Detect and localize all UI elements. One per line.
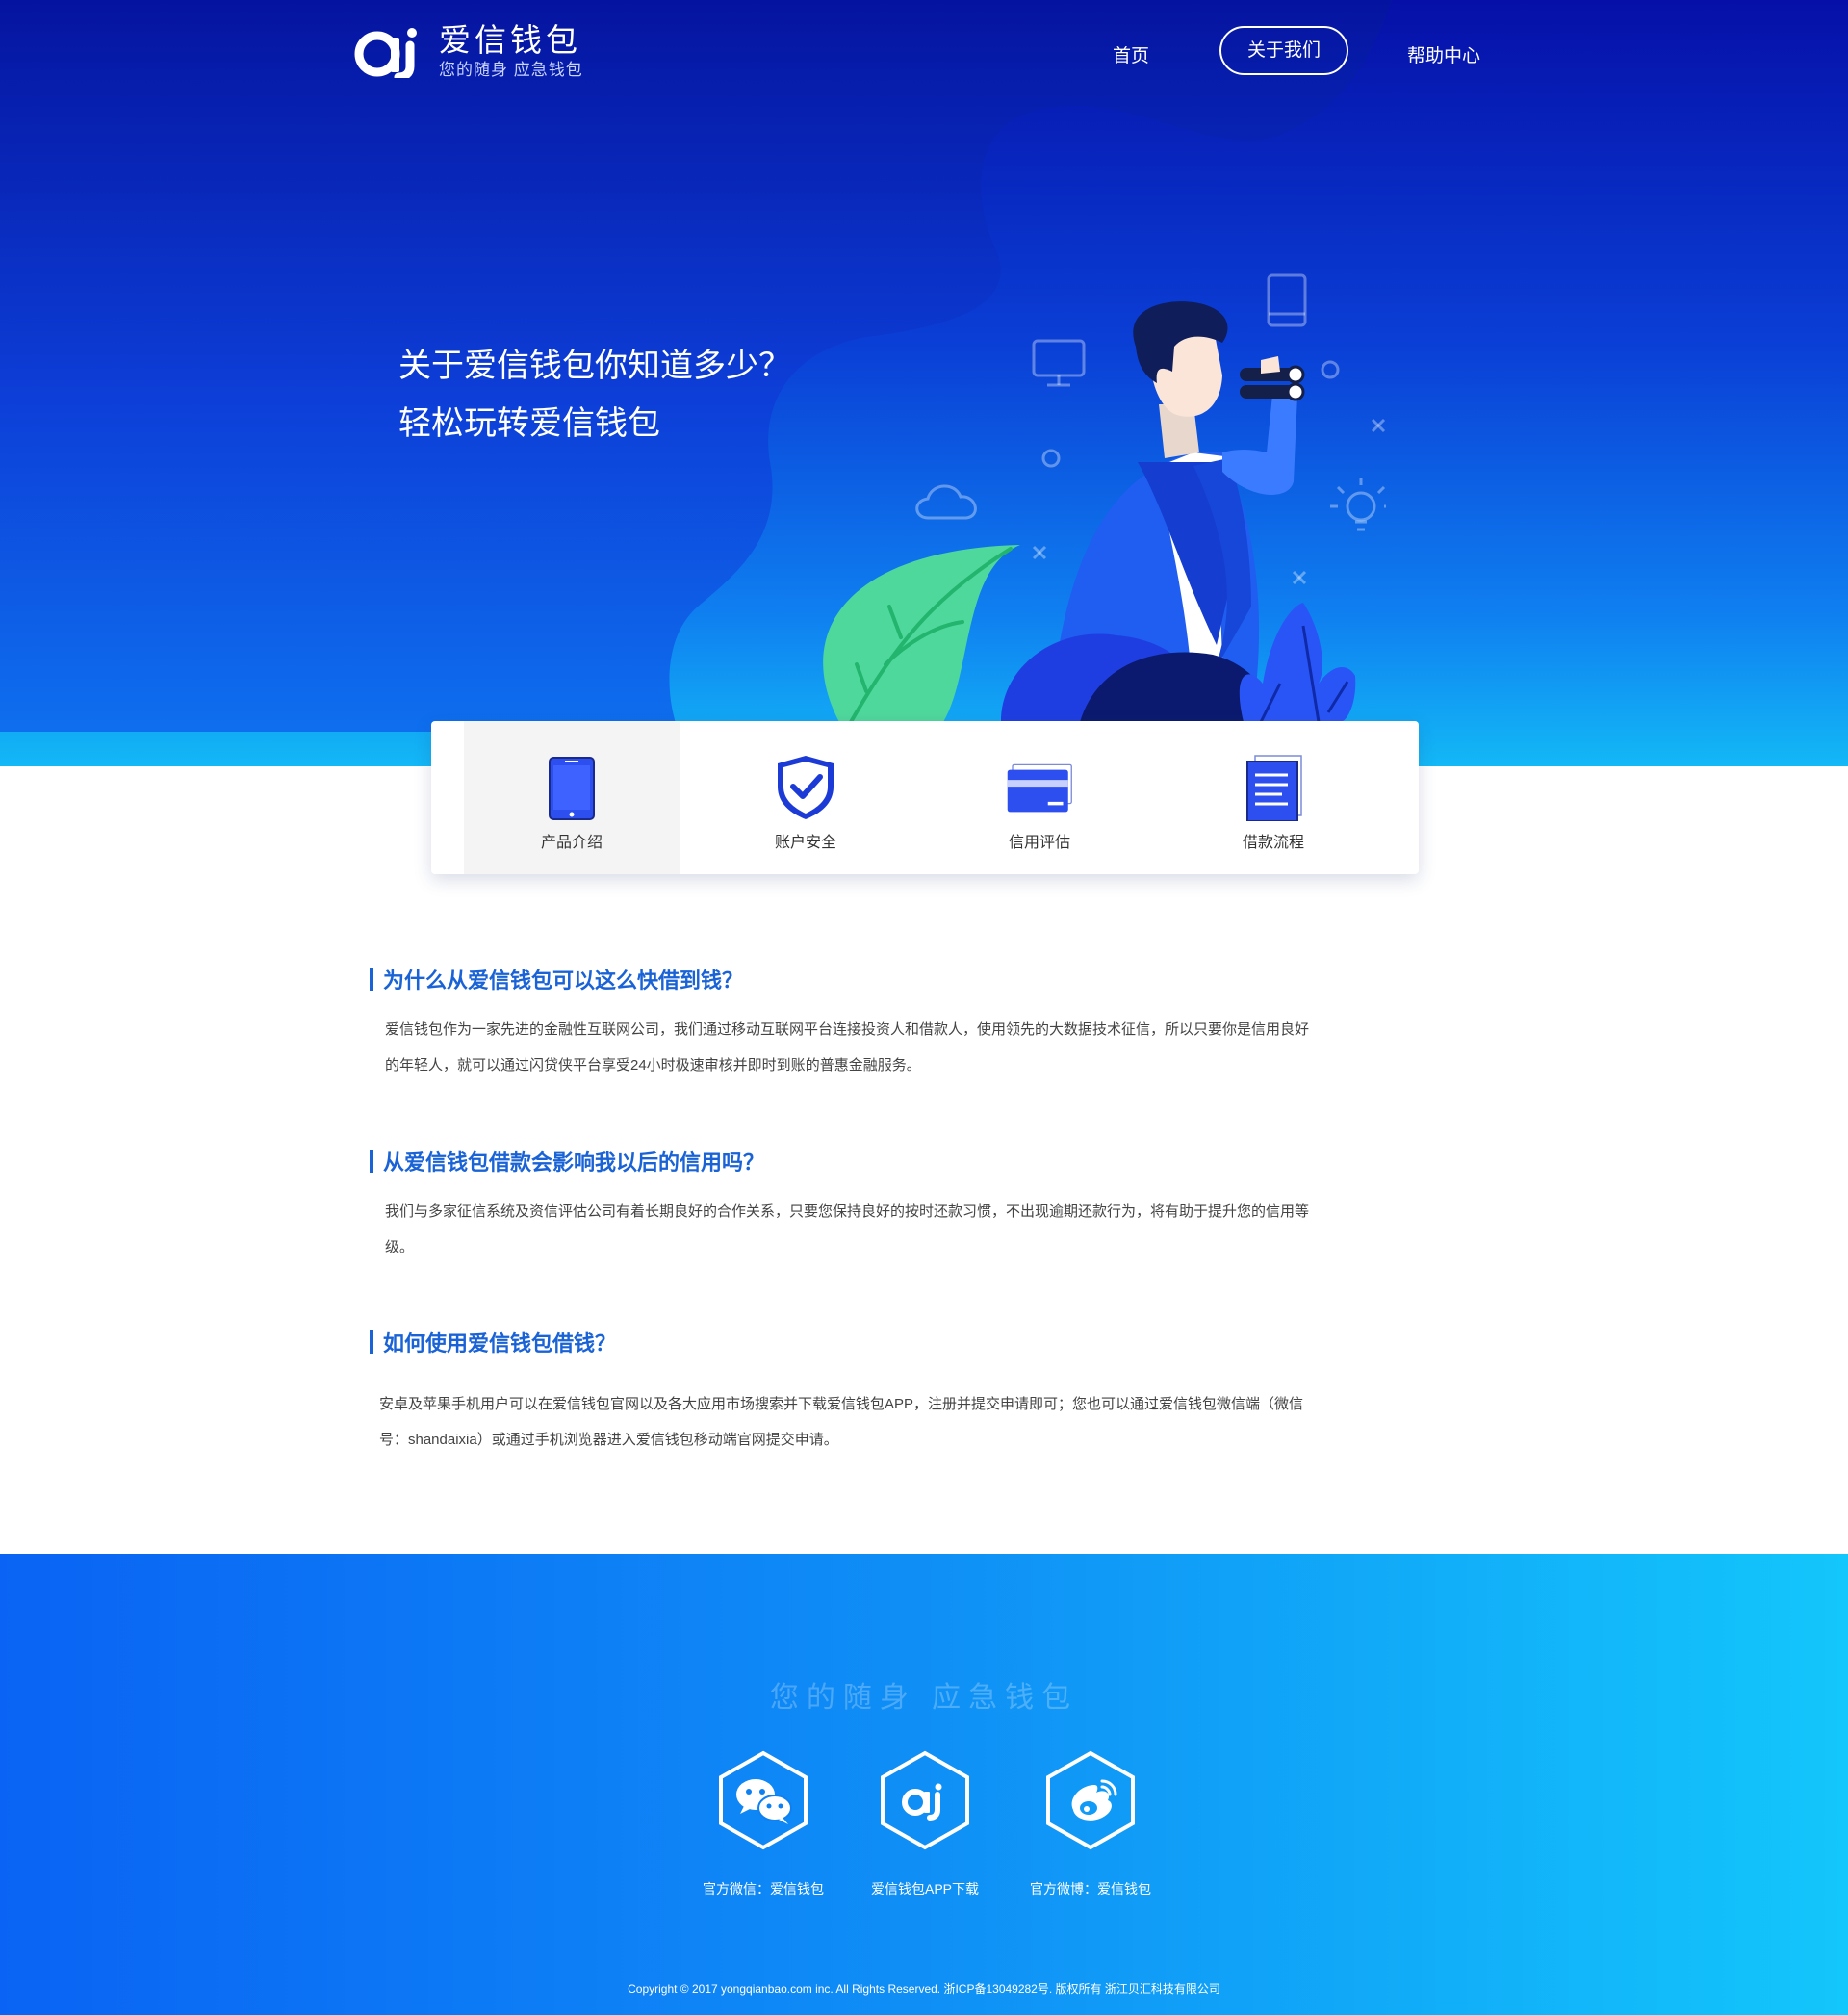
footer-slogan: 您的随身 应急钱包: [769, 1682, 1079, 1714]
shield-check-icon: [778, 756, 834, 819]
feature-label: 借款流程: [1242, 835, 1304, 851]
brand-name: 爱信钱包: [439, 22, 581, 58]
faq-accent-bar: [370, 1150, 373, 1173]
cloud-outline-icon: [915, 484, 977, 520]
circle-decoration-icon: [1321, 360, 1340, 379]
logo[interactable]: 爱信钱包 您的随身 应急钱包: [354, 21, 583, 81]
feature-tab-credit-evaluation[interactable]: 信用评估: [932, 721, 1147, 874]
app-logo-icon[interactable]: [879, 1750, 971, 1850]
wechat-icon[interactable]: [717, 1750, 809, 1850]
cross-decoration-icon: [1032, 545, 1047, 560]
faq-item: 如何使用爱信钱包借钱？ 安卓及苹果手机用户可以在爱信钱包官网以及各大应用市场搜索…: [370, 1327, 1332, 1458]
monitor-outline-icon: [1032, 339, 1086, 387]
faq-question: 从爱信钱包借款会影响我以后的信用吗？: [370, 1146, 1332, 1176]
faq-item: 从爱信钱包借款会影响我以后的信用吗？ 我们与多家征信系统及资信评估公司有着长期良…: [370, 1146, 1332, 1265]
brand-slogan: 您的随身 应急钱包: [439, 61, 583, 79]
faq-question-text: 从爱信钱包借款会影响我以后的信用吗？: [383, 1150, 765, 1175]
feature-tab-product-intro[interactable]: 产品介绍: [464, 721, 680, 874]
feature-tab-loan-process[interactable]: 借款流程: [1166, 721, 1381, 874]
copyright-text: Copyright © 2017 yongqianbao.com inc. Al…: [628, 1982, 1220, 1996]
nav-help-link[interactable]: 帮助中心: [1407, 41, 1480, 67]
tablet-outline-icon: [1267, 273, 1307, 327]
faq-answer: 爱信钱包作为一家先进的金融性互联网公司，我们通过移动互联网平台连接投资人和借款人…: [385, 1021, 1310, 1073]
lightbulb-outline-icon: [1330, 478, 1386, 531]
social-app-download[interactable]: 爱信钱包APP下载: [838, 1750, 1012, 1899]
phone-icon: [549, 757, 595, 820]
credit-card-icon: [1007, 763, 1072, 813]
feature-tab-account-security[interactable]: 账户安全: [698, 721, 913, 874]
circle-decoration-icon: [1041, 449, 1061, 468]
hero-banner: 爱信钱包 您的随身 应急钱包 首页 关于我们 帮助中心 关于爱信钱包你知道多少？…: [0, 0, 1848, 766]
faq-item: 为什么从爱信钱包可以这么快借到钱？ 爱信钱包作为一家先进的金融性互联网公司，我们…: [370, 964, 1332, 1083]
nav-home-link[interactable]: 首页: [1113, 41, 1149, 67]
nav-about-link[interactable]: 关于我们: [1219, 26, 1348, 75]
faq-accent-bar: [370, 968, 373, 991]
faq-question: 如何使用爱信钱包借钱？: [370, 1327, 1332, 1357]
weibo-icon[interactable]: [1044, 1750, 1137, 1850]
feature-label: 产品介绍: [540, 835, 603, 851]
social-label: 官方微信：爱信钱包: [703, 1881, 824, 1897]
footer: 您的随身 应急钱包 官方微信：爱信钱包 爱信钱包APP下载 官方微博：爱信钱包 …: [0, 1554, 1848, 2015]
page: 爱信钱包 您的随身 应急钱包 首页 关于我们 帮助中心 关于爱信钱包你知道多少？…: [0, 0, 1848, 2015]
feature-tabs: 产品介绍 账户安全 信用评估 借款流程: [431, 721, 1419, 874]
document-icon: [1246, 755, 1302, 821]
feature-label: 账户安全: [774, 835, 836, 851]
social-wechat[interactable]: 官方微信：爱信钱包: [677, 1750, 850, 1899]
social-label: 爱信钱包APP下载: [870, 1881, 979, 1897]
faq-question: 为什么从爱信钱包可以这么快借到钱？: [370, 964, 1332, 995]
logo-icon: [354, 28, 417, 78]
faq-question-text: 为什么从爱信钱包可以这么快借到钱？: [383, 969, 744, 993]
faq-accent-bar: [370, 1330, 373, 1354]
faq-answer: 我们与多家征信系统及资信评估公司有着长期良好的合作关系，只要您保持良好的按时还款…: [385, 1203, 1310, 1255]
social-weibo[interactable]: 官方微博：爱信钱包: [1004, 1750, 1177, 1899]
cross-decoration-icon: [1371, 418, 1386, 433]
hero-illustration: [823, 273, 1386, 722]
feature-label: 信用评估: [1008, 835, 1070, 851]
social-label: 官方微博：爱信钱包: [1030, 1881, 1151, 1897]
faq-question-text: 如何使用爱信钱包借钱？: [383, 1331, 617, 1356]
cross-decoration-icon: [1292, 570, 1307, 585]
faq-answer: 安卓及苹果手机用户可以在爱信钱包官网以及各大应用市场搜索并下载爱信钱包APP，注…: [379, 1396, 1304, 1448]
